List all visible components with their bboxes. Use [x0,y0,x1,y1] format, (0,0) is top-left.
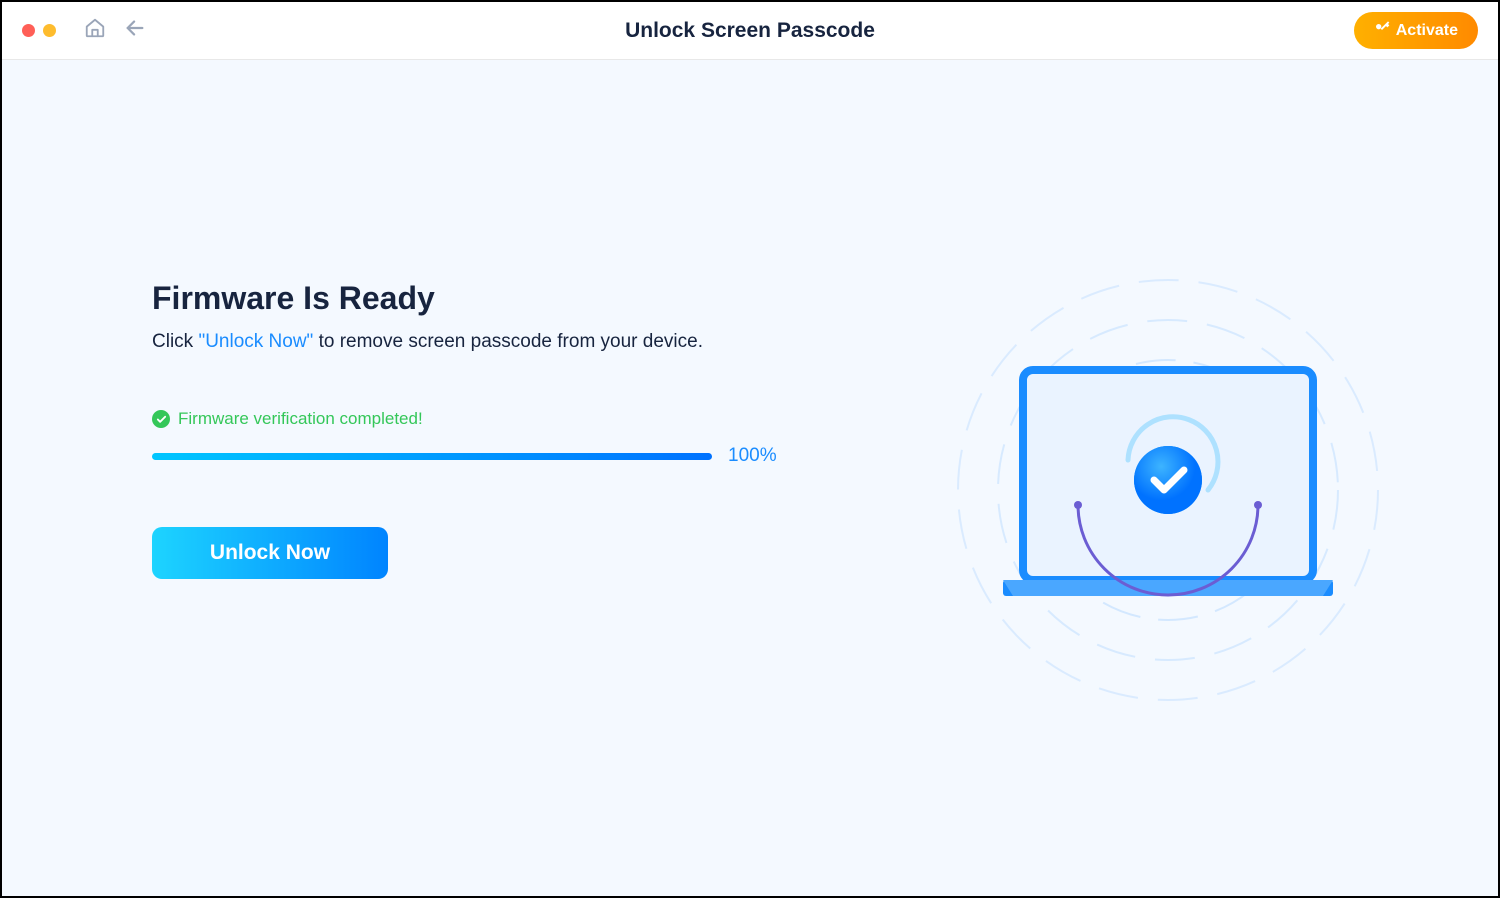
laptop-check-illustration [928,260,1408,740]
subtitle-highlight: "Unlock Now" [198,331,313,352]
back-icon[interactable] [124,17,146,44]
nav-icons [84,17,146,44]
window-controls [22,24,56,37]
status-text: Firmware verification completed! [178,409,423,429]
home-icon[interactable] [84,17,106,44]
progress-bar [152,453,712,460]
check-circle-icon [152,410,170,428]
page-title: Unlock Screen Passcode [625,19,875,43]
subtitle-suffix: to remove screen passcode from your devi… [313,331,703,352]
subtitle-prefix: Click [152,331,198,352]
titlebar: Unlock Screen Passcode Activate [2,2,1498,60]
progress-percent: 100% [728,445,777,467]
close-window-button[interactable] [22,24,35,37]
main-content: Firmware Is Ready Click "Unlock Now" to … [2,60,1498,896]
activate-button[interactable]: Activate [1354,12,1478,49]
key-icon [1374,20,1390,41]
activate-label: Activate [1396,22,1458,40]
unlock-now-button[interactable]: Unlock Now [152,527,388,579]
minimize-window-button[interactable] [43,24,56,37]
